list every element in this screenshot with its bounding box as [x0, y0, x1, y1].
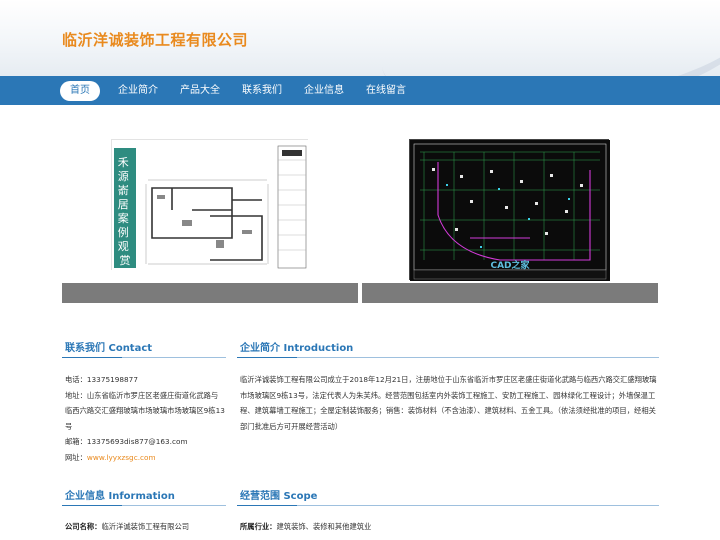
- info-divider: [62, 505, 226, 506]
- scope-industry-value: 建筑装饰、装修和其他建筑业: [276, 522, 372, 531]
- contact-address: 地址：山东省临沂市罗庄区老盛庄街道化武路与临西六路交汇盛翔玻璃市场玻璃市场玻璃区…: [65, 390, 225, 431]
- cad-watermark: CAD之家: [490, 259, 530, 271]
- contact-website-row: 网址：www.lyyxzsgc.com: [65, 450, 225, 466]
- nav-item-message[interactable]: 在线留言: [366, 81, 406, 101]
- site-header: 临沂洋诚装饰工程有限公司: [0, 0, 720, 76]
- contact-website-label: 网址：: [65, 452, 87, 462]
- contact-divider: [62, 357, 226, 358]
- cad-drawing-graphic: CAD之家: [410, 140, 610, 281]
- scope-industry-label: 所属行业：: [240, 522, 277, 531]
- intro-section-title: 企业简介 Introduction: [240, 343, 354, 354]
- nav-item-info[interactable]: 企业信息: [304, 81, 344, 101]
- nav-item-contact[interactable]: 联系我们: [242, 81, 282, 101]
- scope-section-title: 经营范围 Scope: [240, 491, 318, 502]
- nav-item-home[interactable]: 首页: [60, 80, 100, 101]
- contact-phone: 电话：13375198877: [65, 375, 138, 384]
- contact-website-link[interactable]: www.lyyxzsgc.com: [87, 453, 156, 462]
- nav-item-about[interactable]: 企业简介: [118, 81, 158, 101]
- banner-image-cad-drawing[interactable]: CAD之家: [409, 139, 610, 281]
- info-section-title: 企业信息 Information: [65, 491, 175, 502]
- contact-details: 电话：13375198877 地址：山东省临沂市罗庄区老盛庄街道化武路与临西六路…: [65, 372, 225, 465]
- nav-item-products[interactable]: 产品大全: [180, 81, 220, 101]
- info-company-label: 公司名称：: [65, 522, 102, 531]
- banner-image-floorplan[interactable]: 禾 源 嵛 居 案 例 观 赏: [111, 139, 309, 271]
- intro-divider: [237, 357, 659, 358]
- contact-email: 邮箱：13375693dis877@163.com: [65, 437, 188, 446]
- info-company-row: 公司名称：临沂洋诚装饰工程有限公司: [65, 519, 225, 535]
- site-title[interactable]: 临沂洋诚装饰工程有限公司: [62, 29, 248, 50]
- contact-section-title: 联系我们 Contact: [65, 343, 153, 354]
- banner-caption-bar-left[interactable]: [62, 283, 358, 303]
- scope-divider: [237, 505, 659, 506]
- info-company-name: 临沂洋诚装饰工程有限公司: [101, 522, 190, 531]
- banner-caption: 禾 源 嵛 居 案 例 观 赏: [118, 156, 133, 267]
- main-nav: 首页 企业简介 产品大全 联系我们 企业信息 在线留言: [0, 76, 720, 105]
- scope-industry-row: 所属行业：建筑装饰、装修和其他建筑业: [240, 519, 658, 535]
- banner-caption-bar-right[interactable]: [362, 283, 658, 303]
- intro-body: 临沂洋诚装饰工程有限公司成立于2018年12月21日，注册地位于山东省临沂市罗庄…: [240, 375, 657, 431]
- floorplan-graphic: 禾 源 嵛 居 案 例 观 赏: [112, 140, 309, 271]
